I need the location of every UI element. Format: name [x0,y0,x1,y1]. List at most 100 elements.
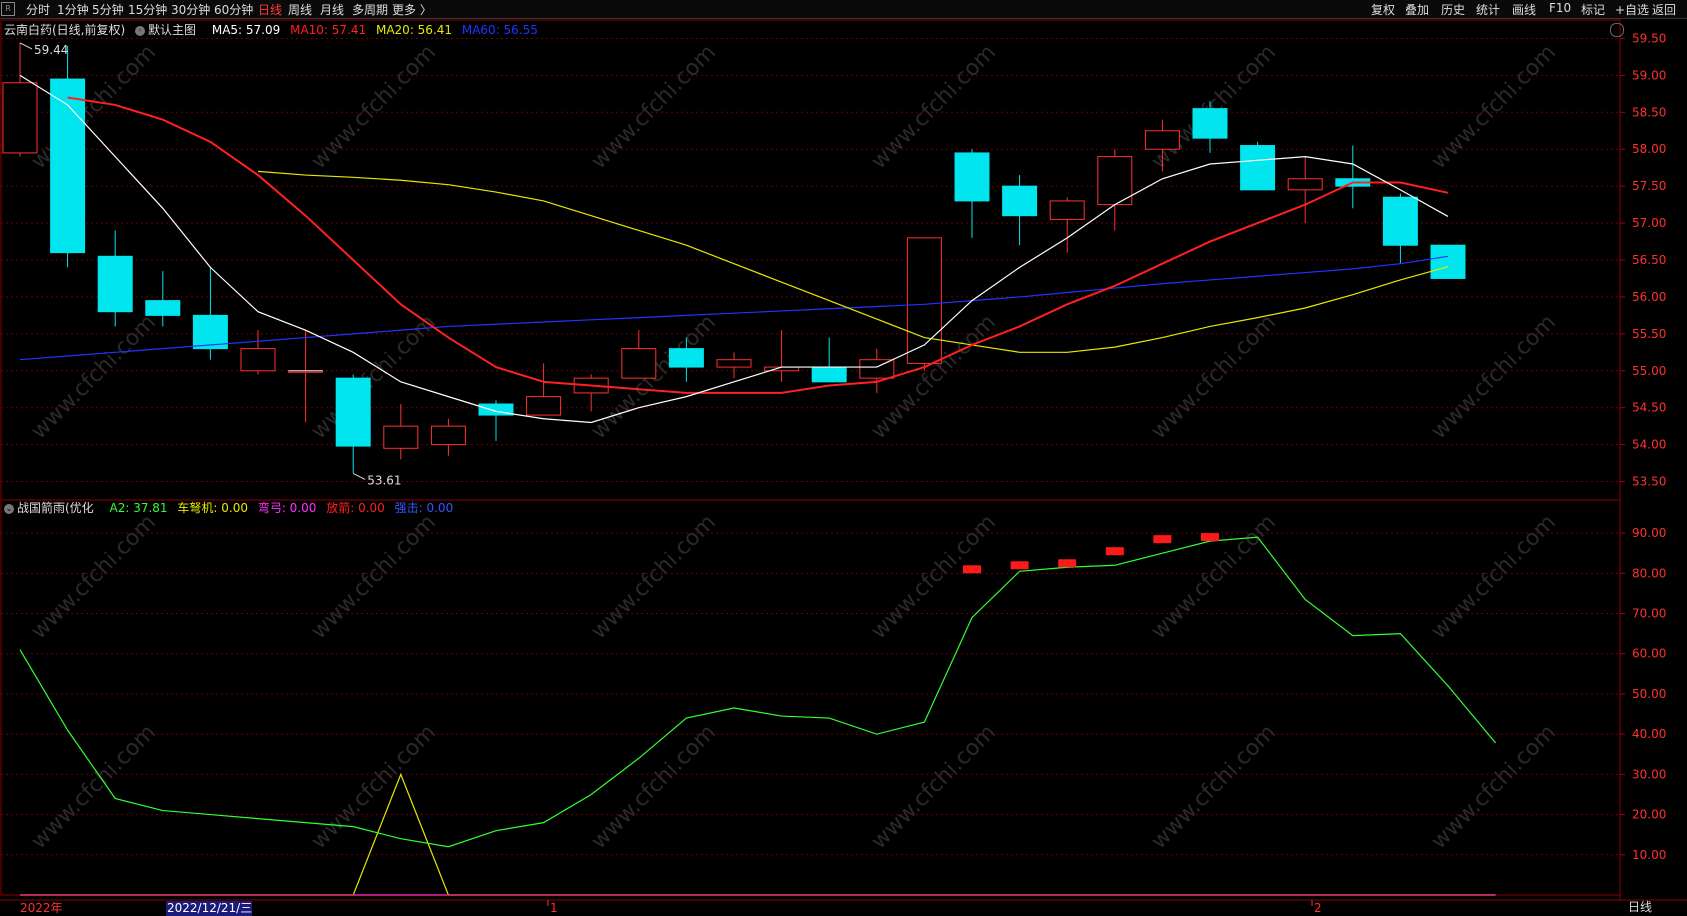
indicator-markers [963,533,1219,574]
candle-body [668,348,704,368]
candle [1192,101,1228,153]
watermark-text: www.cfchi.com [27,510,161,644]
sub-tick-label: 50.00 [1632,687,1666,701]
watermark-text: www.cfchi.com [1427,510,1561,644]
watermark-text: www.cfchi.com [307,310,441,444]
sub-tick-label: 20.00 [1632,808,1666,822]
candle-body [1382,196,1418,246]
chenuji-label: 车弩机: 0.00 [177,501,248,515]
candle [1430,244,1466,279]
candle [811,337,847,383]
main-tick-label: 58.50 [1632,105,1666,119]
indicator-legend: ⌄ 战国箭雨(优化 A2: 37.81 车弩机: 0.00 弯弓: 0.00 放箭… [4,499,459,516]
candle [430,418,466,456]
sub-tick-label: 30.00 [1632,767,1666,781]
main-tick-label: 54.00 [1632,438,1666,452]
watermark-text: www.cfchi.com [307,720,441,854]
grid-lines [1,37,1620,856]
main-tick-label: 53.50 [1632,475,1666,489]
indicator-lines [19,536,1497,896]
candle-body [621,348,657,379]
watermark-text: www.cfchi.com [307,510,441,644]
close-panel-icon[interactable] [1610,23,1624,37]
stock-title: 云南白药(日线,前复权) [4,23,126,37]
watermark-text: www.cfchi.com [587,720,721,854]
candle-body [1002,185,1038,217]
candle [1287,156,1323,224]
candle-body [526,396,562,416]
main-tick-label: 57.00 [1632,216,1666,230]
candle [716,352,752,379]
candle-body [954,152,990,202]
chenuji-line [20,772,1496,896]
candle-body [430,425,466,446]
a2-label: A2: 37.81 [109,501,168,515]
ma20-label: MA20: 56.41 [375,23,453,37]
sub-frame [0,499,1621,896]
fangjian-marker [1153,535,1172,544]
candle [383,404,419,460]
watermark-text: www.cfchi.com [27,720,161,854]
main-legend: 云南白药(日线,前复权) ◦ 默认主图 MA5: 57.09 MA10: 57.4… [4,21,544,38]
indicator-settings[interactable]: ⌄ 战国箭雨(优化 [4,501,100,515]
candle-body [1430,244,1466,279]
main-tick-label: 54.50 [1632,401,1666,415]
sub-tick-label: 40.00 [1632,727,1666,741]
sub-tick-label: 90.00 [1632,526,1666,540]
candle-body [1240,145,1276,191]
watermark-text: www.cfchi.com [1427,310,1561,444]
candle [1049,197,1085,253]
wangong-label: 弯弓: 0.00 [257,501,317,515]
dropdown-icon: ⌄ [4,503,14,514]
fangjian-marker [1105,547,1124,556]
watermark-text: www.cfchi.com [307,40,441,174]
candlestick-series [2,42,1466,474]
watermark-text: www.cfchi.com [1147,510,1281,644]
candle-body [716,359,752,368]
candle-body [97,255,133,313]
candle-body [383,425,419,449]
candle-body [1192,108,1228,139]
watermark-layer: www.cfchi.com www.cfchi.com www.cfchi.com w… [27,40,1561,854]
watermark-text: www.cfchi.com [587,40,721,174]
date-label: 2022/12/21/三 [167,901,252,915]
main-tick-label: 58.00 [1632,142,1666,156]
candle [1335,145,1371,209]
candle [954,149,990,238]
high-label: 59.44 [34,43,68,57]
sub-tick-label: 80.00 [1632,566,1666,580]
watermark-text: www.cfchi.com [27,310,161,444]
settings-icon: ◦ [135,25,146,36]
main-tick-label: 55.00 [1632,364,1666,378]
qiangji-label: 强击: 0.00 [394,501,454,515]
ma10-label: MA10: 57.41 [290,23,367,37]
year-label: 2022年 [20,901,63,915]
fangjian-marker [1201,533,1219,542]
fangjian-label: 放箭: 0.00 [326,501,385,515]
fangjian-marker [963,565,981,574]
candle [478,400,514,441]
candle-body [2,82,38,154]
fangjian-marker [1010,561,1029,570]
candle [764,330,800,382]
sub-tick-label: 70.00 [1632,607,1666,621]
candle [1240,141,1276,191]
candle [335,374,371,474]
candle [288,330,324,423]
main-tick-label: 55.50 [1632,327,1666,341]
candle [573,374,609,412]
fangjian-marker [1058,559,1077,568]
watermark-text: www.cfchi.com [1147,310,1281,444]
candle [1002,175,1038,246]
candle [621,330,657,379]
candle-body [811,366,847,383]
template-label[interactable]: ◦ 默认主图 [135,23,202,37]
ma60-label: MA60: 56.55 [461,23,538,37]
candle [859,348,895,393]
candle [1382,193,1418,264]
watermark-text: www.cfchi.com [867,720,1001,854]
candle-body [335,377,371,447]
candle [240,330,276,375]
stock-chart[interactable]: www.cfchi.com www.cfchi.com www.cfchi.com w… [0,0,1687,916]
period-tab[interactable]: 日线 [1628,898,1652,915]
